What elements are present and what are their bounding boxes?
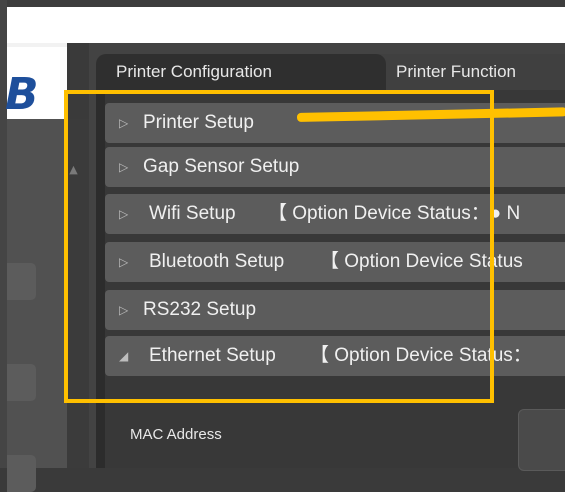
tab-printer-configuration[interactable]: Printer Configuration (96, 54, 386, 90)
section-label: Bluetooth Setup (149, 251, 285, 272)
expand-arrow-icon: ▷ (119, 255, 129, 269)
mac-address-label: MAC Address (130, 426, 222, 443)
title-bar (7, 7, 565, 43)
scroll-up-arrow-icon[interactable]: ▲ (67, 163, 80, 176)
collapse-arrow-icon: ◢ (119, 349, 129, 363)
expand-arrow-icon: ▷ (119, 116, 129, 130)
section-label: Wifi Setup (149, 203, 236, 224)
tab-printer-function[interactable]: Printer Function (376, 54, 565, 90)
sidebar-button-1[interactable] (7, 263, 36, 300)
panel-inner-edge (96, 90, 105, 468)
brand-logo: B (5, 47, 67, 120)
option-device-status: 【 Option Device Status (320, 251, 523, 272)
option-device-status: 【 Option Device Status：● N (268, 203, 521, 224)
section-label: RS232 Setup (143, 299, 257, 320)
section-ethernet-setup[interactable]: ◢ Ethernet Setup 【 Option Device Status： (105, 336, 565, 376)
mac-address-field[interactable] (518, 409, 565, 471)
expand-arrow-icon: ▷ (119, 303, 129, 317)
expand-arrow-icon: ▷ (119, 207, 129, 221)
section-rs232-setup[interactable]: ▷ RS232 Setup (105, 290, 565, 330)
expand-arrow-icon: ▷ (119, 160, 129, 174)
section-gap-sensor-setup[interactable]: ▷ Gap Sensor Setup (105, 147, 565, 187)
option-device-status: 【 Option Device Status： (310, 345, 532, 366)
section-bluetooth-setup[interactable]: ▷ Bluetooth Setup 【 Option Device Status (105, 242, 565, 282)
section-label: Gap Sensor Setup (143, 156, 300, 177)
brand-logo-text: B (5, 69, 39, 120)
section-label: Printer Setup (143, 112, 254, 133)
sidebar-button-2[interactable] (7, 364, 36, 401)
sidebar-button-3[interactable] (7, 455, 36, 492)
section-label: Ethernet Setup (149, 345, 276, 366)
section-wifi-setup[interactable]: ▷ Wifi Setup 【 Option Device Status：● N (105, 194, 565, 234)
